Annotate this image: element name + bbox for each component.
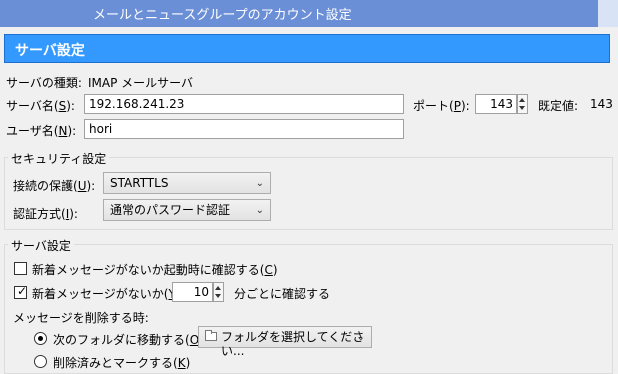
default-port-label: 既定値: (538, 99, 579, 113)
server-name-input[interactable]: 192.168.241.23 (84, 94, 404, 114)
page-title: サーバ設定 (15, 43, 85, 59)
delete-behavior-label: メッセージを削除する時: (13, 311, 149, 325)
security-group (4, 157, 613, 230)
check-on-startup-checkbox[interactable] (14, 262, 27, 275)
protection-select-value: STARTTLS (110, 176, 169, 190)
protection-select[interactable]: STARTTLS ⌄ (103, 172, 271, 194)
default-port-value: 143 (590, 97, 613, 111)
interval-spinner[interactable]: 10 (172, 282, 224, 302)
window-title: メールとニュースグループのアカウント設定 (93, 8, 352, 23)
chevron-down-icon: ⌄ (255, 178, 264, 189)
check-interval-label[interactable]: 新着メッセージがないか(Y) (32, 285, 180, 302)
interval-input[interactable]: 10 (172, 282, 213, 302)
spin-down-icon[interactable] (215, 294, 221, 298)
auth-select-value: 通常のパスワード認証 (110, 203, 231, 217)
folder-icon (205, 330, 217, 341)
spin-down-icon[interactable] (519, 106, 525, 110)
folder-select[interactable]: フォルダを選択してください... ⌄ (198, 326, 372, 358)
move-to-folder-radio[interactable] (34, 332, 47, 345)
server-settings-group-title: サーバ設定 (8, 237, 74, 254)
server-name-label: サーバ名(S): (6, 99, 75, 113)
page-header: サーバ設定 (4, 34, 610, 63)
auth-label: 認証方式(I): (13, 207, 78, 221)
spin-up-icon[interactable] (519, 98, 525, 102)
port-spin-arrows[interactable] (517, 94, 528, 114)
server-type-value: IMAP メールサーバ (88, 76, 194, 90)
titlebar-right-panel (598, 0, 618, 27)
interval-suffix-label: 分ごとに確認する (234, 287, 331, 301)
check-on-startup-label[interactable]: 新着メッセージがないか起動時に確認する(C) (32, 261, 278, 278)
radio-selected-dot (38, 336, 43, 341)
user-name-input[interactable]: hori (84, 119, 404, 139)
server-type-label: サーバの種類: (6, 76, 82, 90)
auth-select[interactable]: 通常のパスワード認証 ⌄ (103, 199, 271, 221)
checkmark-icon: ✓ (17, 284, 28, 298)
mark-deleted-label[interactable]: 削除済みとマークする(K) (53, 354, 190, 371)
port-label: ポート(P): (413, 99, 470, 113)
spin-up-icon[interactable] (215, 286, 221, 290)
port-input[interactable]: 143 (475, 94, 517, 114)
chevron-down-icon: ⌄ (255, 205, 264, 216)
mark-deleted-radio[interactable] (34, 355, 47, 368)
protection-label: 接続の保護(U): (13, 179, 96, 193)
check-interval-checkbox[interactable]: ✓ (14, 284, 28, 299)
interval-spin-arrows[interactable] (213, 282, 224, 302)
folder-select-value: フォルダを選択してください... (221, 330, 365, 358)
window-titlebar: メールとニュースグループのアカウント設定 (0, 0, 618, 27)
security-group-title: セキュリティ設定 (8, 150, 110, 167)
chevron-down-icon: ⌄ (356, 332, 365, 343)
move-to-folder-label[interactable]: 次のフォルダに移動する(O): (53, 331, 208, 348)
user-name-label: ユーザ名(N): (6, 124, 77, 138)
port-spinner[interactable]: 143 (475, 94, 528, 114)
